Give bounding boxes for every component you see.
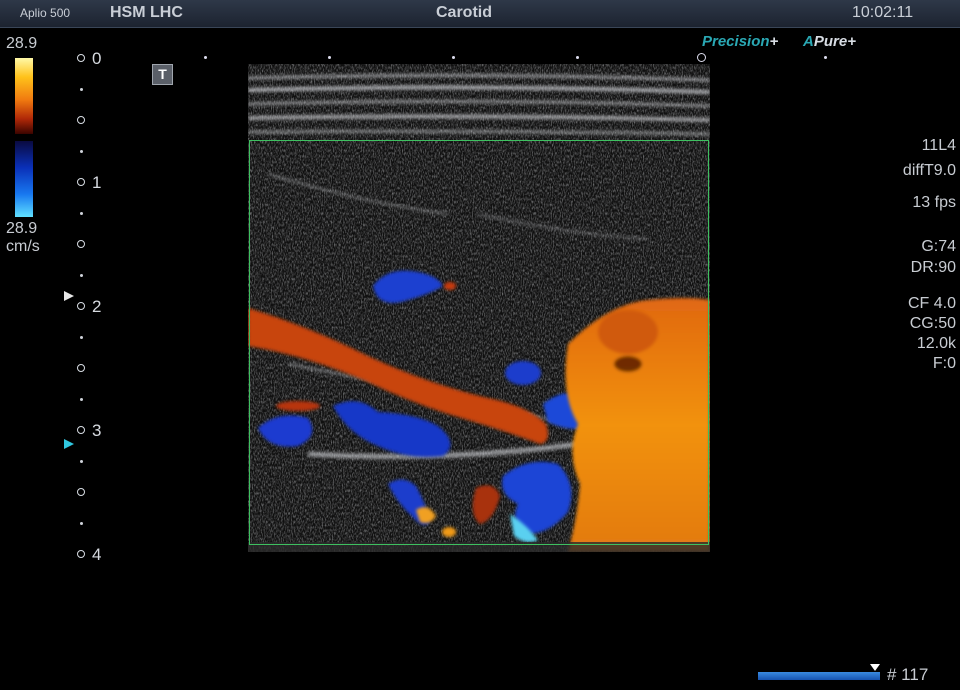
depth-mark-minor <box>77 488 85 496</box>
depth-mark-major <box>77 426 85 434</box>
title-bar: Aplio 500 HSM LHC Carotid 10:02:11 <box>0 0 960 28</box>
tissue-harmonic-label: diffT9.0 <box>902 162 956 179</box>
depth-mark-minor <box>77 364 85 372</box>
velocity-max-label: 28.9 <box>6 35 38 52</box>
depth-mark-major <box>77 302 85 310</box>
prf-label: 12.0k <box>916 335 956 352</box>
text-annotation-icon[interactable]: T <box>152 64 173 85</box>
dynamic-range-label: DR:90 <box>910 259 956 276</box>
velocity-min-label: 28.9 <box>6 220 38 237</box>
apure-a: A <box>803 33 814 50</box>
lateral-tick <box>452 56 455 59</box>
depth-tick <box>80 336 83 339</box>
color-frequency-label: CF 4.0 <box>907 295 956 312</box>
precision-text: Precision <box>702 33 770 50</box>
lateral-tick <box>576 56 579 59</box>
depth-tick <box>80 522 83 525</box>
cine-position-marker-icon[interactable] <box>870 664 880 671</box>
depth-label: 4 <box>92 545 102 564</box>
gain-label: G:74 <box>921 238 956 255</box>
system-model: Aplio 500 <box>20 6 71 20</box>
depth-tick <box>80 460 83 463</box>
color-scale-positive-bar <box>15 58 33 134</box>
depth-mark-minor <box>77 240 85 248</box>
depth-label: 3 <box>92 421 102 440</box>
lateral-tick <box>824 56 827 59</box>
depth-label: 1 <box>92 173 102 192</box>
precision-logo: Precision+ <box>702 33 778 50</box>
depth-tick <box>80 212 83 215</box>
depth-mark-minor <box>77 116 85 124</box>
depth-tick <box>80 274 83 277</box>
depth-tick <box>80 88 83 91</box>
depth-mark-major <box>77 54 85 62</box>
depth-label: 2 <box>92 297 102 316</box>
cine-progress-bar[interactable] <box>758 672 880 680</box>
apure-text: Pure <box>813 33 848 50</box>
color-gain-label: CG:50 <box>909 315 956 332</box>
depth-tick <box>80 398 83 401</box>
institution-name: HSM LHC <box>110 4 183 21</box>
lateral-tick <box>328 56 331 59</box>
color-roi-box[interactable] <box>249 140 709 545</box>
probe-label: 11L4 <box>921 137 956 154</box>
depth-mark-major <box>77 550 85 558</box>
precision-plus: + <box>769 33 779 50</box>
focus-depth-marker-icon[interactable] <box>64 291 74 301</box>
lateral-focus-marker-icon <box>697 53 706 62</box>
frame-number: # 117 <box>887 665 929 684</box>
exam-preset[interactable]: Carotid <box>436 4 492 22</box>
clock: 10:02:11 <box>852 4 914 21</box>
depth-mark-major <box>77 178 85 186</box>
velocity-unit-label: cm/s <box>6 238 40 255</box>
apure-plus: + <box>847 33 856 50</box>
doppler-depth-marker-icon[interactable] <box>64 439 74 449</box>
depth-label: 0 <box>92 49 102 68</box>
frame-rate-label: 13 fps <box>912 194 956 211</box>
filter-label: F:0 <box>932 355 956 372</box>
lateral-tick <box>204 56 207 59</box>
color-scale-negative-bar <box>15 141 33 217</box>
depth-tick <box>80 150 83 153</box>
apure-logo: APure+ <box>803 33 856 50</box>
